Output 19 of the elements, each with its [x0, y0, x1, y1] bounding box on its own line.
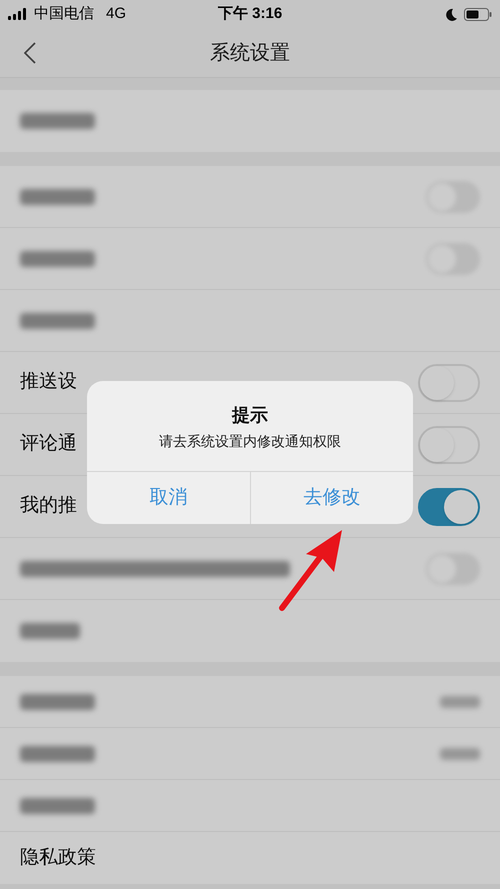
battery-icon: [464, 8, 492, 20]
carrier-label: 中国电信: [34, 4, 94, 24]
page-title: 系统设置: [210, 40, 290, 66]
blurred-value: [440, 748, 480, 760]
dialog-button[interactable]: 去修改: [250, 472, 413, 524]
dialog-message: 请去系统设置内修改通知权限: [159, 432, 341, 451]
toggle-switch[interactable]: [418, 488, 480, 526]
setting-label: 评论通: [20, 432, 77, 456]
setting-label: 我的推: [20, 494, 77, 518]
blurred-value: [440, 696, 480, 708]
clock-time: 下午 3:16: [218, 4, 282, 24]
blurred-text: [20, 623, 80, 639]
signal-icon: [8, 8, 28, 20]
dialog-button[interactable]: 取消: [87, 472, 250, 524]
network-label: 4G: [106, 4, 126, 24]
moon-icon: [445, 8, 458, 20]
dialog-title: 提示: [232, 404, 268, 427]
setting-label: 隐私政策: [20, 846, 96, 870]
setting-label: 推送设: [20, 370, 77, 394]
